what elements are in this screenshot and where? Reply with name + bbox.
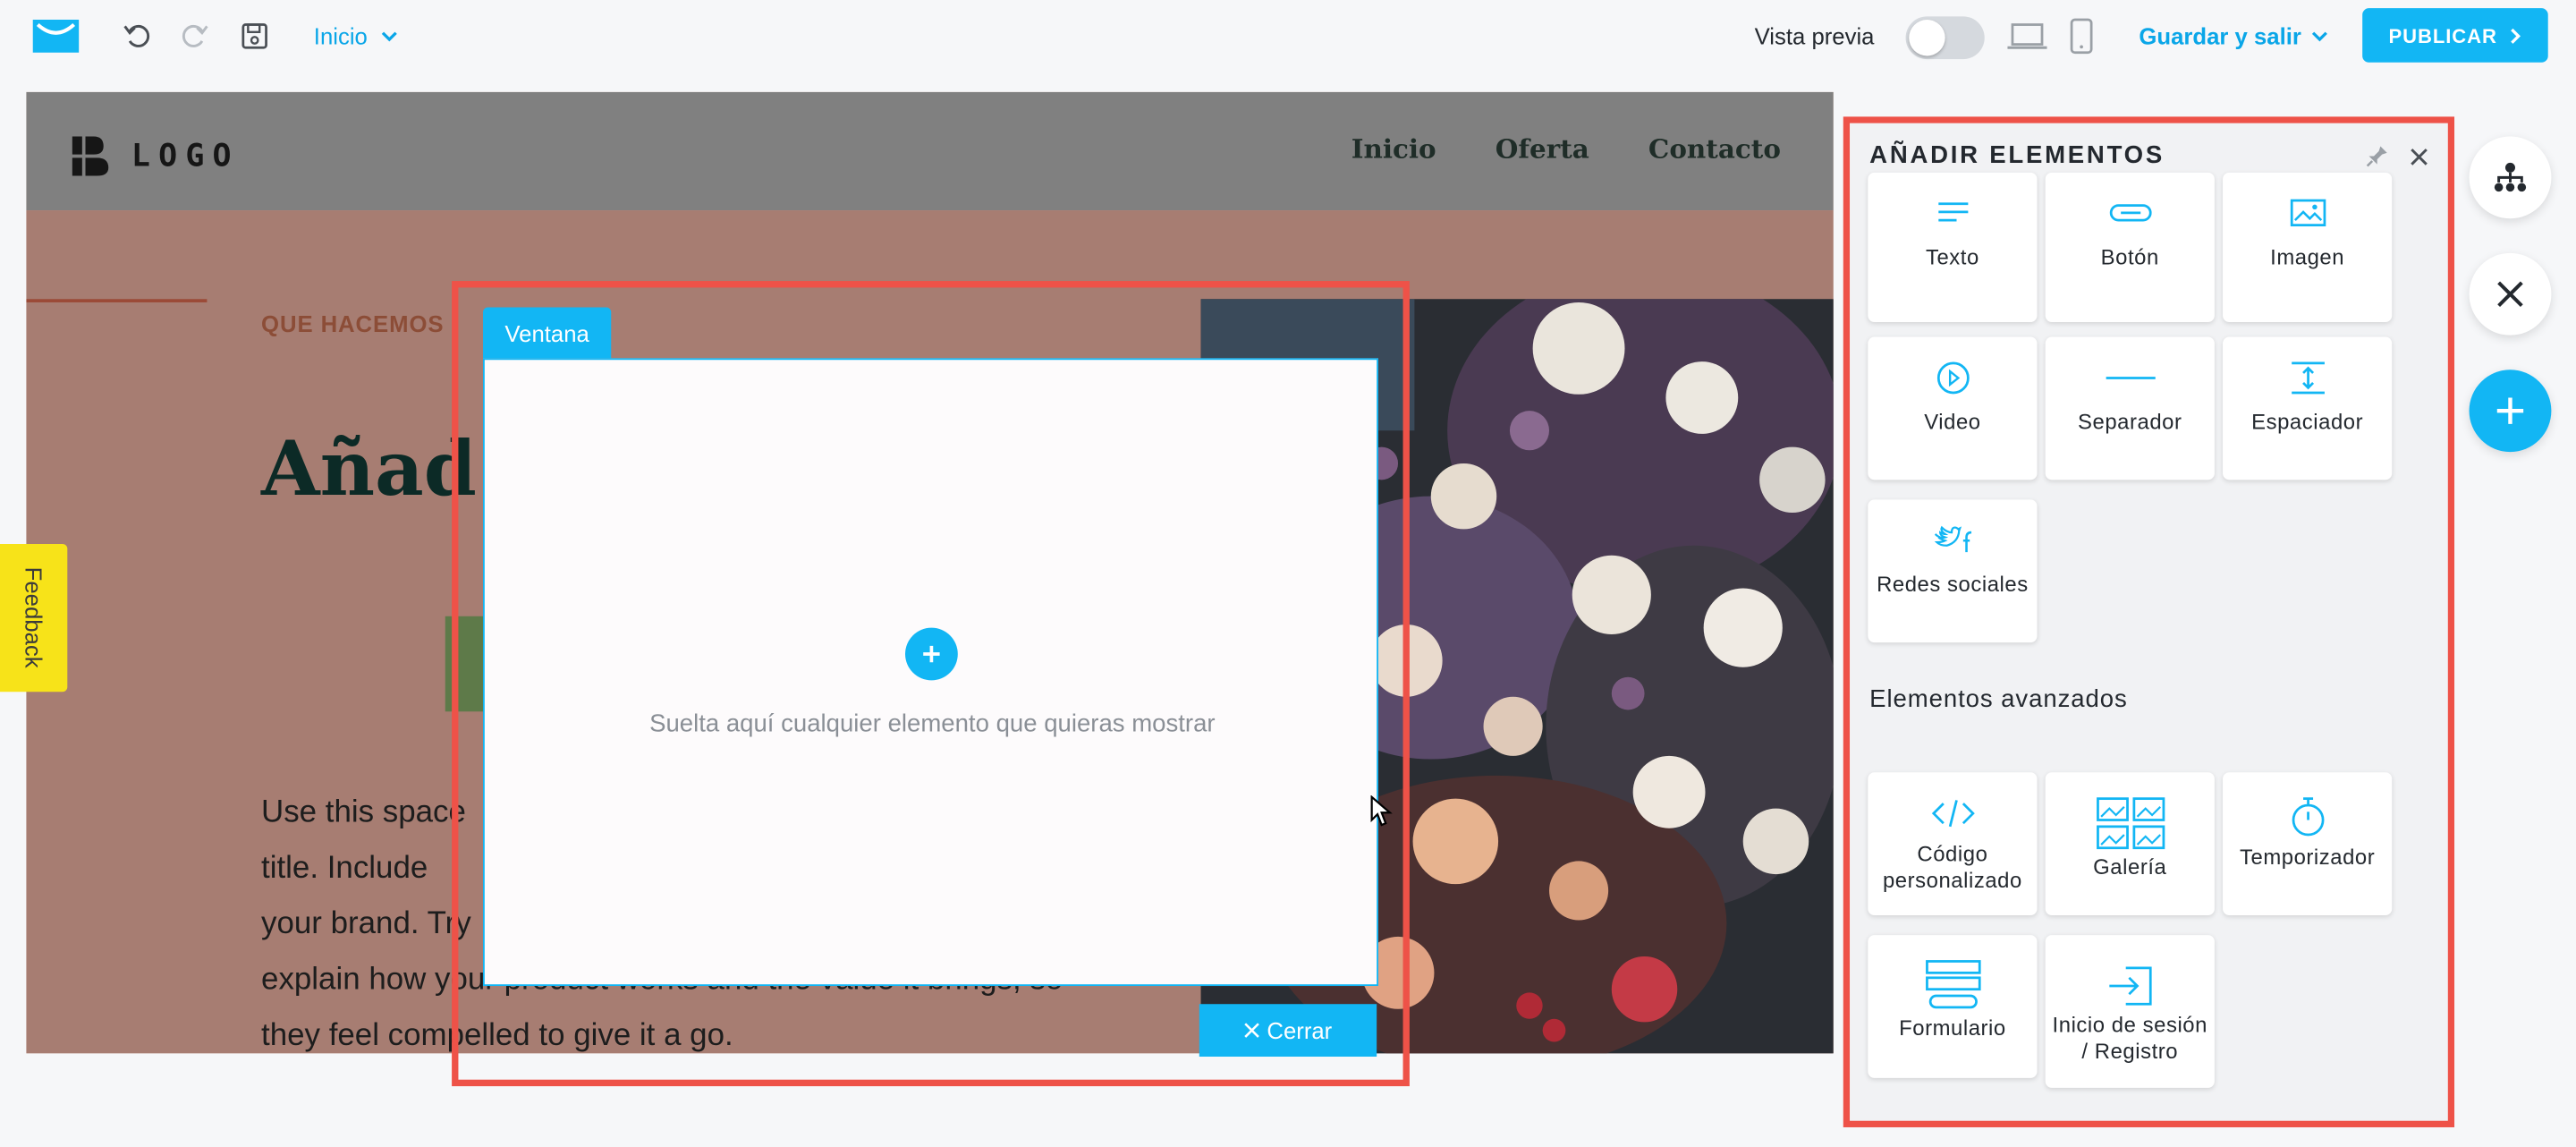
site-header[interactable]: LOGO Inicio Oferta Contacto <box>26 91 1834 211</box>
site-nav: Inicio Oferta Contacto <box>1352 133 1781 165</box>
page-select-label: Inicio <box>313 22 368 50</box>
logo-mark-icon <box>72 136 109 176</box>
element-tile-boton[interactable]: Botón <box>2045 172 2215 322</box>
chevron-down-icon <box>381 31 397 42</box>
login-icon <box>2108 966 2151 1006</box>
page-select[interactable]: Inicio <box>314 23 397 49</box>
element-tile-galeria[interactable]: Galería <box>2045 772 2215 916</box>
publish-button[interactable]: PUBLICAR <box>2362 8 2548 63</box>
structure-button[interactable] <box>2469 136 2552 219</box>
element-tile-label: Inicio de sesión / Registro <box>2052 1012 2207 1064</box>
text-icon <box>1937 202 1968 222</box>
element-tile-label: Temporizador <box>2239 845 2376 870</box>
element-tile-label: Texto <box>1925 244 1979 270</box>
pin-icon[interactable] <box>2364 143 2390 169</box>
element-tile-label: Video <box>1924 409 1981 434</box>
add-elements-panel: AÑADIR ELEMENTOS Texto Botón Imagen Vide… <box>1850 123 2448 1121</box>
site-nav-oferta[interactable]: Oferta <box>1496 133 1589 165</box>
editor-root: Inicio Vista previa Guardar y salir PUBL… <box>0 0 2576 1127</box>
save-icon[interactable] <box>235 16 275 55</box>
mobile-view-icon[interactable] <box>2068 16 2094 55</box>
publish-label: PUBLICAR <box>2388 23 2497 47</box>
site-nav-contacto[interactable]: Contacto <box>1648 133 1781 165</box>
preview-label: Vista previa <box>1754 22 1875 50</box>
element-tile-inicio-sesion[interactable]: Inicio de sesión / Registro <box>2045 935 2215 1088</box>
chevron-right-icon <box>2511 27 2521 44</box>
undo-icon[interactable] <box>118 16 157 55</box>
brand-logo-icon[interactable] <box>30 18 82 54</box>
toggle-knob <box>1909 20 1945 56</box>
popup-close-button[interactable]: Cerrar <box>1199 1004 1377 1057</box>
element-tile-label: Imagen <box>2270 244 2345 270</box>
element-tile-label: Galería <box>2093 854 2167 879</box>
element-tile-label: Espaciador <box>2251 409 2364 434</box>
hero-eyebrow: QUE HACEMOS <box>261 310 445 337</box>
mouse-cursor-icon <box>1370 794 1393 827</box>
site-logo[interactable]: LOGO <box>69 133 240 179</box>
timer-icon <box>2291 797 2324 837</box>
save-exit-button[interactable]: Guardar y salir <box>2139 23 2327 49</box>
redo-icon[interactable] <box>174 16 214 55</box>
element-tile-redes-sociales[interactable]: Redes sociales <box>1868 499 2038 643</box>
element-tile-label: Código personalizado <box>1882 841 2022 893</box>
element-tile-video[interactable]: Video <box>1868 336 2038 480</box>
element-tile-label: Botón <box>2100 244 2159 270</box>
social-icon <box>1933 525 1971 553</box>
chevron-down-icon <box>2311 31 2327 42</box>
preview-toggle[interactable] <box>1905 16 1985 60</box>
hero-divider <box>26 299 208 302</box>
sitemap-icon <box>2494 162 2527 192</box>
popup-window-tab[interactable]: Ventana <box>482 307 612 359</box>
plus-icon <box>923 645 940 663</box>
add-element-fab[interactable] <box>2469 370 2552 453</box>
image-icon <box>2289 199 2326 227</box>
close-icon <box>2410 148 2427 165</box>
element-tile-label: Redes sociales <box>1877 572 2029 597</box>
feedback-tab[interactable]: Feedback <box>0 543 68 692</box>
hero-title[interactable]: Añad <box>261 424 477 513</box>
spacer-icon <box>2291 361 2325 395</box>
button-icon <box>2108 204 2151 222</box>
panel-title: AÑADIR ELEMENTOS <box>1869 140 2165 170</box>
video-icon <box>1936 361 1969 395</box>
close-panel-button[interactable] <box>2469 252 2552 336</box>
element-tile-formulario[interactable]: Formulario <box>1868 935 2038 1078</box>
drop-zone-hint: Suelta aquí cualquier elemento que quier… <box>649 709 1216 738</box>
add-element-button[interactable] <box>905 627 958 681</box>
element-tile-temporizador[interactable]: Temporizador <box>2223 772 2393 916</box>
element-tile-texto[interactable]: Texto <box>1868 172 2038 322</box>
popup-drop-zone[interactable]: Suelta aquí cualquier elemento que quier… <box>482 358 1378 987</box>
element-tile-espaciador[interactable]: Espaciador <box>2223 336 2393 480</box>
popup-close-label: Cerrar <box>1267 1016 1333 1044</box>
feedback-label: Feedback <box>20 567 47 669</box>
save-exit-label: Guardar y salir <box>2139 22 2301 50</box>
site-nav-inicio[interactable]: Inicio <box>1352 133 1436 165</box>
element-tile-label: Formulario <box>1899 1015 2006 1041</box>
advanced-section-title: Elementos avanzados <box>1869 684 2128 714</box>
close-icon <box>1244 1023 1260 1038</box>
gallery-icon <box>2096 797 2165 850</box>
element-tile-codigo[interactable]: Código personalizado <box>1868 772 2038 916</box>
site-logo-text: LOGO <box>131 138 240 174</box>
element-tile-label: Separador <box>2078 409 2182 434</box>
panel-close-button[interactable] <box>2405 143 2431 169</box>
plus-icon <box>2496 397 2524 424</box>
desktop-view-icon[interactable] <box>2006 18 2049 54</box>
separator-icon <box>2105 377 2155 379</box>
form-icon <box>1925 960 1980 1009</box>
element-tile-separador[interactable]: Separador <box>2045 336 2215 480</box>
element-tile-imagen[interactable]: Imagen <box>2223 172 2393 322</box>
code-icon <box>1930 800 1974 828</box>
top-bar: Inicio Vista previa Guardar y salir PUBL… <box>0 0 2576 80</box>
close-icon <box>2497 281 2523 308</box>
